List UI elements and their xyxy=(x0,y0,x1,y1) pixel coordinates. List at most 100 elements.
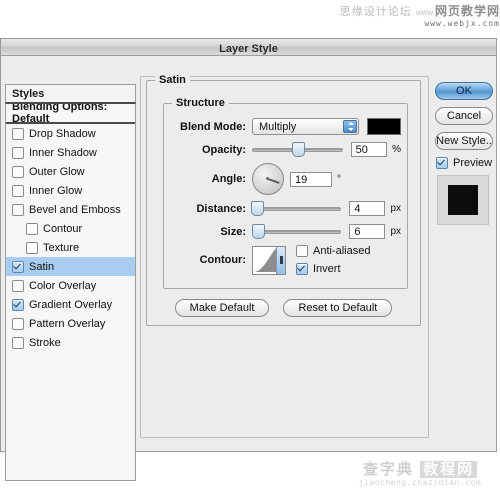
contour-curve-icon xyxy=(253,246,277,272)
style-enable-checkbox[interactable] xyxy=(12,336,24,349)
watermark-site-name: 网页教学网 xyxy=(434,4,500,18)
sidebar-item-gradient-overlay[interactable]: Gradient Overlay xyxy=(6,295,135,314)
satin-color-swatch[interactable] xyxy=(367,118,401,135)
sidebar-item-stroke[interactable]: Stroke xyxy=(6,333,135,352)
sidebar-item-color-overlay[interactable]: Color Overlay xyxy=(6,276,135,295)
contour-options: Anti-aliased Invert xyxy=(296,244,370,276)
new-style-button[interactable]: New Style.. xyxy=(435,132,493,150)
size-slider[interactable] xyxy=(252,223,342,240)
distance-row: Distance: 4 px xyxy=(168,198,401,219)
opacity-slider[interactable] xyxy=(252,141,343,158)
sidebar-item-satin[interactable]: Satin xyxy=(6,257,135,276)
style-enable-checkbox[interactable] xyxy=(12,184,24,197)
angle-input[interactable]: 19 xyxy=(290,171,332,187)
style-enable-checkbox[interactable] xyxy=(12,146,24,159)
angle-dial-hub xyxy=(266,177,269,180)
opacity-label: Opacity: xyxy=(201,143,246,156)
sidebar-item-texture[interactable]: Texture xyxy=(6,238,135,257)
styles-list[interactable]: Blending Options: Default Drop Shadow Inn… xyxy=(5,104,136,481)
contour-row: Contour: Anti-aliased Invert xyxy=(168,244,401,276)
anti-aliased-label: Anti-aliased xyxy=(313,245,371,257)
sidebar-item-label: Stroke xyxy=(29,336,61,349)
preview-checkbox[interactable] xyxy=(436,157,448,169)
watermark-bottom-cn1: 查字典 xyxy=(362,461,414,478)
sidebar-item-label: Drop Shadow xyxy=(29,127,96,140)
action-buttons-panel: OK Cancel New Style.. Preview xyxy=(435,82,497,225)
sidebar-item-bevel-and-emboss[interactable]: Bevel and Emboss xyxy=(6,200,135,219)
sidebar-item-label: Pattern Overlay xyxy=(29,317,106,330)
structure-group: Structure Blend Mode: Multiply Opacity: … xyxy=(163,97,408,289)
invert-row[interactable]: Invert xyxy=(296,262,370,276)
dialog-body: Styles Blending Options: Default Drop Sh… xyxy=(1,56,497,481)
size-row: Size: 6 px xyxy=(168,221,401,242)
styles-panel: Styles Blending Options: Default Drop Sh… xyxy=(5,84,136,481)
anti-aliased-checkbox[interactable] xyxy=(296,245,308,257)
distance-label: Distance: xyxy=(196,202,246,215)
opacity-row: Opacity: 50 % xyxy=(168,139,401,160)
watermark-top: 思缘设计论坛 www.网页教学网 www.webjx.com xyxy=(300,5,500,35)
distance-input[interactable]: 4 xyxy=(349,201,386,216)
size-slider-thumb[interactable] xyxy=(252,224,266,239)
cancel-button[interactable]: Cancel xyxy=(435,107,493,125)
sidebar-item-label: Bevel and Emboss xyxy=(29,203,121,216)
sidebar-item-outer-glow[interactable]: Outer Glow xyxy=(6,162,135,181)
sidebar-item-drop-shadow[interactable]: Drop Shadow xyxy=(6,124,135,143)
sidebar-item-inner-shadow[interactable]: Inner Shadow xyxy=(6,143,135,162)
default-buttons: Make Default Reset to Default xyxy=(155,299,412,317)
size-input[interactable]: 6 xyxy=(349,224,386,239)
angle-dial[interactable] xyxy=(252,163,284,195)
opacity-slider-thumb[interactable] xyxy=(292,142,306,157)
watermark-top-line1: 思缘设计论坛 www.网页教学网 xyxy=(300,5,500,19)
style-enable-checkbox[interactable] xyxy=(12,317,24,330)
style-enable-checkbox[interactable] xyxy=(12,127,24,140)
distance-slider-track xyxy=(252,206,342,211)
contour-dropdown-tab[interactable] xyxy=(276,246,285,274)
distance-slider[interactable] xyxy=(250,200,342,217)
sidebar-item-label: Texture xyxy=(43,241,80,254)
sidebar-item-label: Satin xyxy=(29,260,55,273)
preview-label: Preview xyxy=(453,157,493,169)
distance-slider-thumb[interactable] xyxy=(250,201,264,216)
contour-preset-picker[interactable] xyxy=(252,245,286,275)
anti-aliased-row[interactable]: Anti-aliased xyxy=(296,244,370,258)
dialog-titlebar[interactable]: Layer Style xyxy=(1,39,496,56)
style-enable-checkbox[interactable] xyxy=(12,260,24,273)
angle-dial-needle xyxy=(267,178,280,184)
ok-button[interactable]: OK xyxy=(435,82,493,100)
style-enable-checkbox[interactable] xyxy=(12,279,24,292)
style-enable-checkbox[interactable] xyxy=(26,222,38,235)
chevron-updown-icon[interactable] xyxy=(343,120,358,133)
sidebar-item-contour[interactable]: Contour xyxy=(6,219,135,238)
invert-label: Invert xyxy=(313,263,341,275)
opacity-unit: % xyxy=(392,144,401,155)
structure-group-title: Structure xyxy=(172,97,229,109)
angle-unit: ° xyxy=(337,173,341,185)
make-default-button[interactable]: Make Default xyxy=(174,299,270,317)
styles-header: Styles xyxy=(5,84,136,104)
style-enable-checkbox[interactable] xyxy=(12,203,24,216)
preview-row[interactable]: Preview xyxy=(436,157,497,169)
watermark-bottom-url: jiaocheng.chazidian.com xyxy=(358,477,482,487)
style-enable-checkbox[interactable] xyxy=(12,165,24,178)
size-unit: px xyxy=(390,226,401,237)
angle-row: Angle: 19 ° xyxy=(168,162,401,196)
preview-shape xyxy=(448,185,478,215)
size-slider-track xyxy=(252,229,342,234)
sidebar-item-blending-options[interactable]: Blending Options: Default xyxy=(6,104,135,125)
dialog-title: Layer Style xyxy=(219,43,278,55)
style-enable-checkbox[interactable] xyxy=(26,241,38,254)
screenshot-root: 思缘设计论坛 www.网页教学网 www.webjx.com Layer Sty… xyxy=(0,0,500,500)
opacity-input[interactable]: 50 xyxy=(350,142,388,157)
sidebar-item-label: Color Overlay xyxy=(29,279,97,292)
invert-checkbox[interactable] xyxy=(296,263,308,275)
style-enable-checkbox[interactable] xyxy=(12,298,24,311)
angle-label: Angle: xyxy=(211,173,246,185)
layer-style-dialog: Layer Style Styles Blending Options: Def… xyxy=(0,38,497,481)
satin-settings-panel: Satin Structure Blend Mode: Multiply Opa… xyxy=(146,74,421,326)
reset-to-default-button[interactable]: Reset to Default xyxy=(283,299,393,317)
sidebar-item-inner-glow[interactable]: Inner Glow xyxy=(6,181,135,200)
sidebar-item-label: Contour xyxy=(43,222,83,235)
blend-mode-select[interactable]: Multiply xyxy=(252,118,360,135)
sidebar-item-pattern-overlay[interactable]: Pattern Overlay xyxy=(6,314,135,333)
sidebar-item-label: Outer Glow xyxy=(29,165,85,178)
